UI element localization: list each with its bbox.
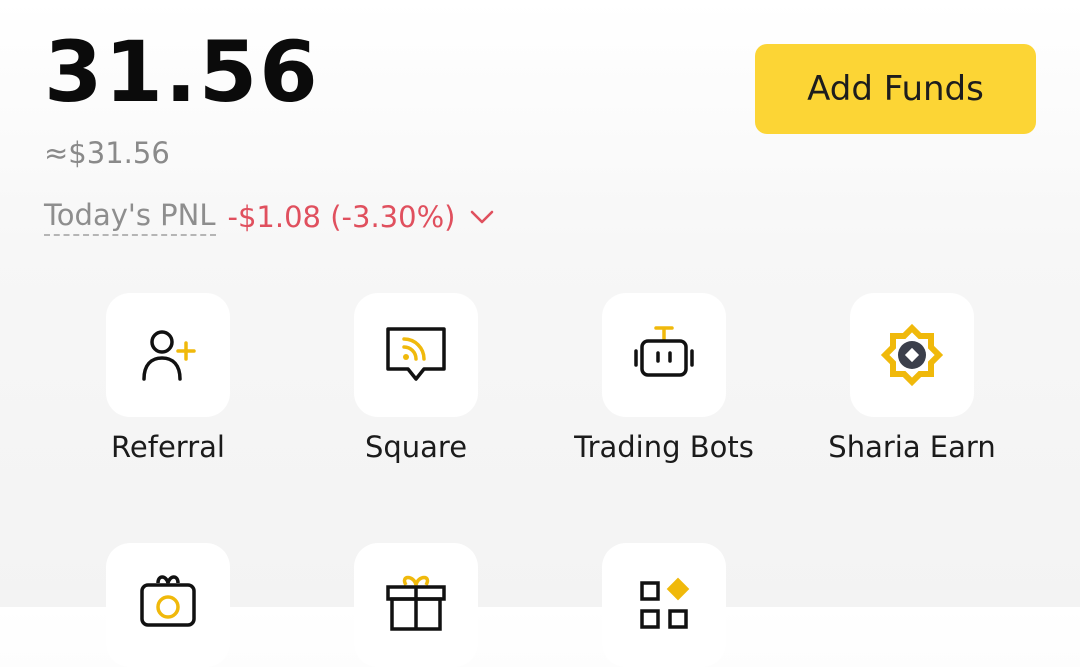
square-feed-icon	[386, 327, 446, 381]
total-balance: 31.56	[44, 23, 320, 121]
more-apps-shortcut[interactable]	[602, 543, 726, 667]
fiat-equivalent: ≈$31.56	[44, 136, 170, 170]
todays-pnl-row[interactable]: Today's PNL -$1.08 (-3.30%)	[44, 196, 495, 238]
trading-bots-shortcut[interactable]	[602, 293, 726, 417]
add-funds-button[interactable]: Add Funds	[755, 44, 1036, 134]
shortcut-label-square: Square	[364, 430, 468, 464]
sharia-earn-icon	[880, 323, 944, 387]
shortcut-label-sharia-earn: Sharia Earn	[828, 430, 996, 464]
gift-box-shortcut[interactable]	[354, 543, 478, 667]
pnl-label[interactable]: Today's PNL	[44, 198, 216, 236]
sharia-earn-shortcut[interactable]	[850, 293, 974, 417]
chevron-down-icon[interactable]	[469, 204, 495, 230]
referral-shortcut[interactable]	[106, 293, 230, 417]
robot-icon	[634, 326, 694, 377]
pnl-value: -$1.08 (-3.30%)	[227, 200, 456, 234]
more-apps-icon	[640, 577, 690, 629]
add-user-icon	[142, 330, 196, 381]
shortcut-label-trading-bots: Trading Bots	[574, 430, 754, 464]
gift-camera-shortcut[interactable]	[106, 543, 230, 667]
square-shortcut[interactable]	[354, 293, 478, 417]
shortcut-label-referral: Referral	[111, 430, 225, 464]
gift-box-icon	[386, 575, 446, 631]
gift-camera-icon	[140, 575, 196, 627]
